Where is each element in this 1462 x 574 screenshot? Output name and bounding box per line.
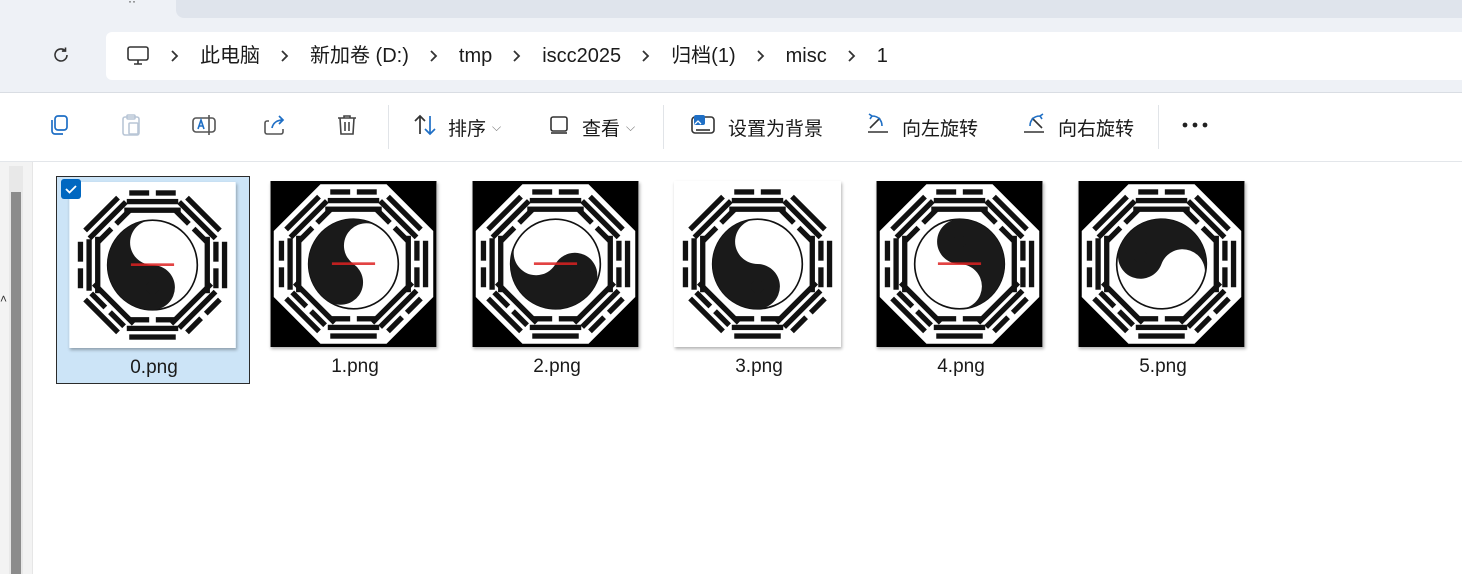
copy-icon — [46, 112, 72, 143]
chevron-right-icon[interactable] — [421, 32, 447, 80]
share-icon — [262, 112, 288, 143]
rotate-left-label: 向左旋转 — [902, 118, 979, 140]
computer-icon[interactable] — [126, 45, 150, 67]
set-background-button[interactable]: 设置为背景 — [690, 109, 823, 145]
checkbox-checked-icon[interactable] — [61, 179, 81, 199]
scrollbar-thumb[interactable] — [11, 192, 21, 574]
chevron-right-icon[interactable] — [748, 32, 774, 80]
view-label: 查看 — [582, 118, 621, 140]
sort-label: 排序 — [448, 118, 487, 140]
refresh-icon[interactable] — [48, 42, 74, 68]
chevron-right-icon[interactable] — [162, 32, 188, 80]
breadcrumb-misc[interactable]: misc — [774, 32, 839, 80]
chevron-right-icon[interactable] — [272, 32, 298, 80]
file-thumbnail — [472, 181, 639, 347]
rotate-right-label: 向右旋转 — [1058, 118, 1135, 140]
delete-icon — [334, 112, 360, 143]
rotate-left-icon — [864, 112, 892, 143]
address-bar-row: 此电脑 新加卷 (D:) tmp iscc2025 归档(1) misc 1 — [0, 18, 1462, 94]
file-name: 3.png — [735, 356, 783, 377]
more-icon — [1180, 112, 1210, 143]
rename-button[interactable] — [190, 109, 218, 145]
address-bar[interactable]: 此电脑 新加卷 (D:) tmp iscc2025 归档(1) misc 1 — [106, 32, 1462, 80]
sort-icon — [412, 112, 438, 143]
file-thumbnail — [876, 181, 1043, 347]
file-item[interactable]: 0.png — [56, 176, 250, 384]
breadcrumb-archive[interactable]: 归档(1) — [659, 32, 747, 80]
paste-icon — [118, 112, 144, 143]
breadcrumb-drive-d[interactable]: 新加卷 (D:) — [298, 32, 421, 80]
file-name: 0.png — [130, 357, 178, 378]
rotate-right-icon — [1020, 112, 1048, 143]
collapse-caret-icon[interactable]: ˄ — [0, 292, 7, 306]
breadcrumb-tmp[interactable]: tmp — [447, 32, 504, 80]
toolbar-separator — [663, 105, 664, 149]
rotate-right-button[interactable]: 向右旋转 — [1020, 109, 1134, 145]
toolbar-separator — [388, 105, 389, 149]
file-item[interactable]: 3.png — [662, 176, 856, 384]
file-thumbnail — [674, 181, 841, 347]
command-bar: 排序 ⌵ 查看 ⌵ 设置为背景 向左旋转 向右旋转 — [0, 93, 1462, 162]
file-name: 5.png — [1139, 356, 1187, 377]
navigation-pane: ˄ — [0, 162, 33, 574]
file-view: ˄ 0.png 1.png 2.png 3.png 4.png 5.png — [0, 162, 1462, 574]
delete-button[interactable] — [334, 109, 360, 145]
breadcrumb-this-pc[interactable]: 此电脑 — [188, 32, 272, 80]
file-item[interactable]: 4.png — [864, 176, 1058, 384]
chevron-right-icon[interactable] — [504, 32, 530, 80]
file-item[interactable]: 5.png — [1066, 176, 1260, 384]
breadcrumb-1[interactable]: 1 — [865, 32, 900, 80]
share-button[interactable] — [262, 109, 288, 145]
chevron-right-icon[interactable] — [633, 32, 659, 80]
tab-strip: ·· — [0, 0, 1462, 18]
chevron-down-icon: ⌵ — [492, 119, 502, 134]
set-background-label: 设置为背景 — [728, 118, 824, 140]
wallpaper-icon — [690, 112, 718, 143]
rename-icon — [190, 112, 218, 143]
more-button[interactable] — [1180, 109, 1210, 145]
view-button[interactable]: 查看 ⌵ — [546, 109, 635, 145]
chevron-down-icon: ⌵ — [626, 119, 636, 134]
copy-button[interactable] — [46, 109, 72, 145]
chevron-right-icon[interactable] — [839, 32, 865, 80]
file-name: 4.png — [937, 356, 985, 377]
toolbar-separator — [1158, 105, 1159, 149]
file-thumbnail — [69, 182, 236, 348]
active-tab[interactable] — [176, 0, 1462, 18]
file-thumbnail — [1078, 181, 1245, 347]
file-name: 2.png — [533, 356, 581, 377]
file-item[interactable]: 2.png — [460, 176, 654, 384]
breadcrumb-iscc2025[interactable]: iscc2025 — [530, 32, 633, 80]
rotate-left-button[interactable]: 向左旋转 — [864, 109, 978, 145]
view-icon — [546, 112, 572, 143]
sort-button[interactable]: 排序 ⌵ — [412, 109, 501, 145]
file-item[interactable]: 1.png — [258, 176, 452, 384]
file-name: 1.png — [331, 356, 379, 377]
tab-overflow[interactable]: ·· — [128, 0, 136, 8]
file-thumbnail — [270, 181, 437, 347]
paste-button[interactable] — [118, 109, 144, 145]
